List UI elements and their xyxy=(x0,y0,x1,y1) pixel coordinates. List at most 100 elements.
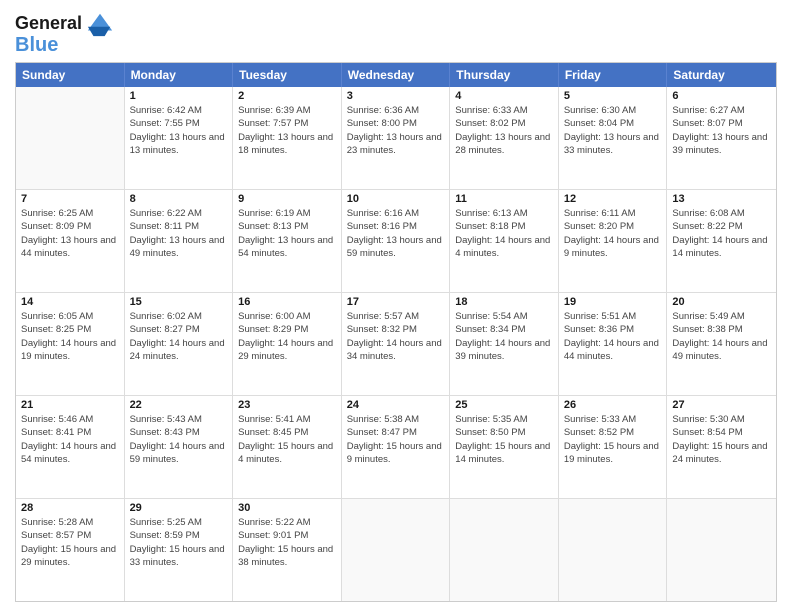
header-cell-thursday: Thursday xyxy=(450,63,559,87)
calendar-cell-4-0: 28Sunrise: 5:28 AMSunset: 8:57 PMDayligh… xyxy=(16,499,125,601)
calendar-row-3: 21Sunrise: 5:46 AMSunset: 8:41 PMDayligh… xyxy=(16,396,776,499)
calendar-cell-4-4 xyxy=(450,499,559,601)
daylight-text: Daylight: 15 hours and 4 minutes. xyxy=(238,440,336,467)
sunrise-text: Sunrise: 6:25 AM xyxy=(21,207,119,220)
day-number: 19 xyxy=(564,296,662,308)
sunrise-text: Sunrise: 6:11 AM xyxy=(564,207,662,220)
sunset-text: Sunset: 8:47 PM xyxy=(347,426,445,439)
calendar-header: SundayMondayTuesdayWednesdayThursdayFrid… xyxy=(16,63,776,87)
sunrise-text: Sunrise: 5:41 AM xyxy=(238,413,336,426)
calendar-cell-1-4: 11Sunrise: 6:13 AMSunset: 8:18 PMDayligh… xyxy=(450,190,559,292)
sunrise-text: Sunrise: 5:28 AM xyxy=(21,516,119,529)
day-number: 27 xyxy=(672,399,771,411)
sunset-text: Sunset: 8:00 PM xyxy=(347,117,445,130)
day-number: 8 xyxy=(130,193,228,205)
calendar-cell-0-3: 3Sunrise: 6:36 AMSunset: 8:00 PMDaylight… xyxy=(342,87,451,189)
day-number: 10 xyxy=(347,193,445,205)
calendar-row-1: 7Sunrise: 6:25 AMSunset: 8:09 PMDaylight… xyxy=(16,190,776,293)
page: General Blue SundayMondayTuesdayWednesda… xyxy=(0,0,792,612)
sunset-text: Sunset: 8:27 PM xyxy=(130,323,228,336)
day-number: 9 xyxy=(238,193,336,205)
sunrise-text: Sunrise: 6:42 AM xyxy=(130,104,228,117)
calendar-cell-2-0: 14Sunrise: 6:05 AMSunset: 8:25 PMDayligh… xyxy=(16,293,125,395)
daylight-text: Daylight: 14 hours and 39 minutes. xyxy=(455,337,553,364)
logo-text: General xyxy=(15,14,82,34)
day-number: 5 xyxy=(564,90,662,102)
calendar-cell-2-5: 19Sunrise: 5:51 AMSunset: 8:36 PMDayligh… xyxy=(559,293,668,395)
daylight-text: Daylight: 13 hours and 33 minutes. xyxy=(564,131,662,158)
daylight-text: Daylight: 13 hours and 13 minutes. xyxy=(130,131,228,158)
sunset-text: Sunset: 8:09 PM xyxy=(21,220,119,233)
sunrise-text: Sunrise: 6:16 AM xyxy=(347,207,445,220)
daylight-text: Daylight: 13 hours and 49 minutes. xyxy=(130,234,228,261)
day-number: 18 xyxy=(455,296,553,308)
logo: General Blue xyxy=(15,10,114,56)
sunset-text: Sunset: 8:38 PM xyxy=(672,323,771,336)
day-number: 17 xyxy=(347,296,445,308)
calendar-cell-3-5: 26Sunrise: 5:33 AMSunset: 8:52 PMDayligh… xyxy=(559,396,668,498)
daylight-text: Daylight: 14 hours and 9 minutes. xyxy=(564,234,662,261)
sunrise-text: Sunrise: 5:22 AM xyxy=(238,516,336,529)
calendar-cell-1-3: 10Sunrise: 6:16 AMSunset: 8:16 PMDayligh… xyxy=(342,190,451,292)
sunset-text: Sunset: 8:41 PM xyxy=(21,426,119,439)
calendar-cell-1-6: 13Sunrise: 6:08 AMSunset: 8:22 PMDayligh… xyxy=(667,190,776,292)
sunrise-text: Sunrise: 6:02 AM xyxy=(130,310,228,323)
sunrise-text: Sunrise: 5:51 AM xyxy=(564,310,662,323)
daylight-text: Daylight: 14 hours and 59 minutes. xyxy=(130,440,228,467)
calendar-cell-3-3: 24Sunrise: 5:38 AMSunset: 8:47 PMDayligh… xyxy=(342,396,451,498)
sunset-text: Sunset: 8:32 PM xyxy=(347,323,445,336)
sunrise-text: Sunrise: 5:57 AM xyxy=(347,310,445,323)
calendar-cell-0-0 xyxy=(16,87,125,189)
day-number: 29 xyxy=(130,502,228,514)
daylight-text: Daylight: 15 hours and 14 minutes. xyxy=(455,440,553,467)
daylight-text: Daylight: 14 hours and 4 minutes. xyxy=(455,234,553,261)
sunset-text: Sunset: 9:01 PM xyxy=(238,529,336,542)
logo-icon xyxy=(86,10,114,38)
day-number: 25 xyxy=(455,399,553,411)
calendar-cell-2-4: 18Sunrise: 5:54 AMSunset: 8:34 PMDayligh… xyxy=(450,293,559,395)
sunrise-text: Sunrise: 5:46 AM xyxy=(21,413,119,426)
sunrise-text: Sunrise: 6:08 AM xyxy=(672,207,771,220)
day-number: 14 xyxy=(21,296,119,308)
sunset-text: Sunset: 8:36 PM xyxy=(564,323,662,336)
calendar-cell-0-4: 4Sunrise: 6:33 AMSunset: 8:02 PMDaylight… xyxy=(450,87,559,189)
calendar-cell-2-3: 17Sunrise: 5:57 AMSunset: 8:32 PMDayligh… xyxy=(342,293,451,395)
day-number: 21 xyxy=(21,399,119,411)
day-number: 23 xyxy=(238,399,336,411)
sunrise-text: Sunrise: 6:13 AM xyxy=(455,207,553,220)
daylight-text: Daylight: 13 hours and 54 minutes. xyxy=(238,234,336,261)
sunrise-text: Sunrise: 5:35 AM xyxy=(455,413,553,426)
sunrise-text: Sunrise: 6:33 AM xyxy=(455,104,553,117)
sunset-text: Sunset: 8:11 PM xyxy=(130,220,228,233)
daylight-text: Daylight: 14 hours and 29 minutes. xyxy=(238,337,336,364)
day-number: 30 xyxy=(238,502,336,514)
daylight-text: Daylight: 14 hours and 54 minutes. xyxy=(21,440,119,467)
sunset-text: Sunset: 7:57 PM xyxy=(238,117,336,130)
header-cell-wednesday: Wednesday xyxy=(342,63,451,87)
sunset-text: Sunset: 8:20 PM xyxy=(564,220,662,233)
sunset-text: Sunset: 8:07 PM xyxy=(672,117,771,130)
day-number: 4 xyxy=(455,90,553,102)
sunset-text: Sunset: 8:18 PM xyxy=(455,220,553,233)
sunrise-text: Sunrise: 5:30 AM xyxy=(672,413,771,426)
sunrise-text: Sunrise: 6:36 AM xyxy=(347,104,445,117)
sunset-text: Sunset: 8:59 PM xyxy=(130,529,228,542)
sunrise-text: Sunrise: 6:30 AM xyxy=(564,104,662,117)
sunrise-text: Sunrise: 6:00 AM xyxy=(238,310,336,323)
header-cell-sunday: Sunday xyxy=(16,63,125,87)
sunrise-text: Sunrise: 5:49 AM xyxy=(672,310,771,323)
sunset-text: Sunset: 8:34 PM xyxy=(455,323,553,336)
calendar-cell-1-2: 9Sunrise: 6:19 AMSunset: 8:13 PMDaylight… xyxy=(233,190,342,292)
day-number: 20 xyxy=(672,296,771,308)
calendar-cell-4-2: 30Sunrise: 5:22 AMSunset: 9:01 PMDayligh… xyxy=(233,499,342,601)
daylight-text: Daylight: 13 hours and 18 minutes. xyxy=(238,131,336,158)
daylight-text: Daylight: 13 hours and 28 minutes. xyxy=(455,131,553,158)
sunset-text: Sunset: 8:25 PM xyxy=(21,323,119,336)
calendar-row-0: 1Sunrise: 6:42 AMSunset: 7:55 PMDaylight… xyxy=(16,87,776,190)
sunset-text: Sunset: 8:13 PM xyxy=(238,220,336,233)
sunrise-text: Sunrise: 6:39 AM xyxy=(238,104,336,117)
sunset-text: Sunset: 8:22 PM xyxy=(672,220,771,233)
calendar-cell-1-5: 12Sunrise: 6:11 AMSunset: 8:20 PMDayligh… xyxy=(559,190,668,292)
calendar-cell-3-2: 23Sunrise: 5:41 AMSunset: 8:45 PMDayligh… xyxy=(233,396,342,498)
calendar-cell-3-6: 27Sunrise: 5:30 AMSunset: 8:54 PMDayligh… xyxy=(667,396,776,498)
